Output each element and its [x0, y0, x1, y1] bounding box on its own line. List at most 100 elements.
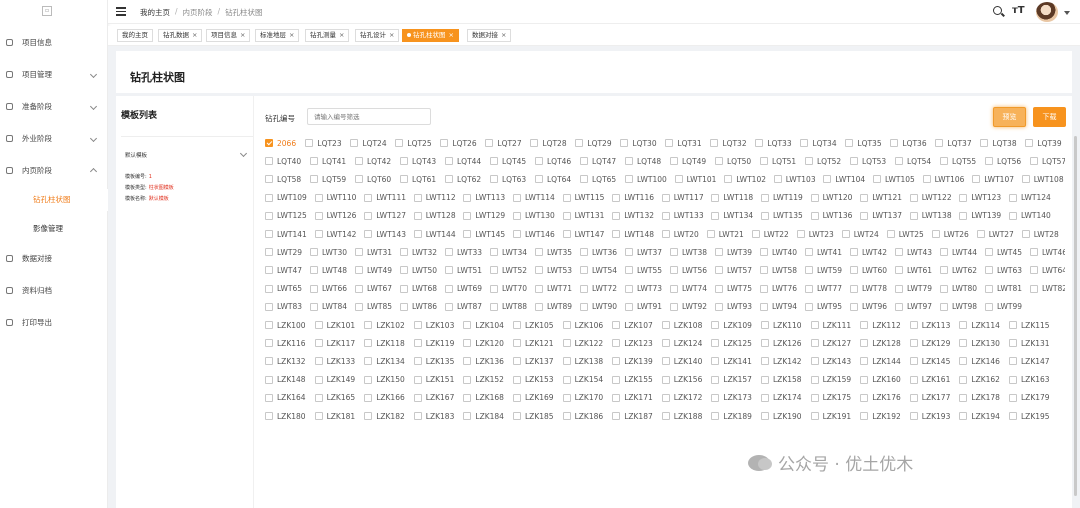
checkbox-box[interactable]: [810, 375, 819, 384]
checkbox-box[interactable]: [314, 393, 323, 402]
checkbox-box[interactable]: [463, 357, 472, 366]
checkbox-box[interactable]: [355, 302, 363, 311]
borehole-checkbox[interactable]: LWT78: [850, 283, 887, 295]
checkbox-box[interactable]: [355, 248, 363, 257]
checkbox-box[interactable]: [873, 175, 881, 184]
borehole-checkbox[interactable]: LQT49: [670, 155, 706, 167]
checkbox-box[interactable]: [823, 175, 832, 184]
tab[interactable]: 数据对接 ×: [467, 29, 512, 42]
checkbox-box[interactable]: [490, 284, 498, 293]
borehole-checkbox[interactable]: LWT96: [850, 301, 887, 313]
checkbox-box[interactable]: [895, 284, 903, 293]
checkbox-box[interactable]: [265, 302, 273, 311]
borehole-checkbox[interactable]: LZK169: [513, 392, 554, 404]
borehole-checkbox[interactable]: LZK126: [761, 337, 802, 349]
checkbox-box[interactable]: [265, 266, 273, 275]
checkbox-box[interactable]: [265, 157, 273, 166]
checkbox-box[interactable]: [909, 321, 918, 329]
checkbox-box[interactable]: [715, 302, 723, 311]
borehole-checkbox[interactable]: LWT131: [562, 210, 604, 222]
borehole-checkbox[interactable]: LZK180: [265, 410, 306, 422]
checkbox-box[interactable]: [1009, 193, 1017, 202]
checkbox-box[interactable]: [562, 321, 571, 329]
borehole-checkbox[interactable]: LWT87: [445, 301, 482, 313]
borehole-checkbox[interactable]: LWT75: [715, 283, 752, 295]
chevron-down-icon[interactable]: [239, 149, 248, 158]
borehole-checkbox[interactable]: LZK167: [413, 392, 454, 404]
checkbox-box[interactable]: [860, 357, 869, 366]
borehole-checkbox[interactable]: LZK193: [909, 410, 950, 422]
checkbox-box[interactable]: [895, 157, 903, 166]
checkbox-box[interactable]: [580, 284, 588, 293]
borehole-checkbox[interactable]: LWT21: [706, 228, 744, 240]
borehole-checkbox[interactable]: LWT54: [580, 264, 617, 276]
checkbox-box[interactable]: [760, 284, 768, 293]
borehole-checkbox[interactable]: LQT33: [755, 137, 792, 149]
borehole-checkbox[interactable]: LQT62: [445, 173, 481, 185]
borehole-checkbox[interactable]: LWT60: [850, 264, 887, 276]
borehole-checkbox[interactable]: LZK161: [909, 374, 950, 386]
checkbox-box[interactable]: [530, 139, 539, 147]
borehole-checkbox[interactable]: LWT89: [535, 301, 572, 313]
borehole-checkbox[interactable]: LQT32: [710, 137, 747, 149]
scrollbar[interactable]: [1074, 136, 1078, 508]
borehole-checkbox[interactable]: LZK136: [463, 355, 504, 367]
checkbox-box[interactable]: [350, 139, 359, 147]
checkbox-box[interactable]: [513, 357, 521, 366]
checkbox-box[interactable]: [761, 357, 769, 366]
checkbox-box[interactable]: [1009, 412, 1017, 420]
borehole-checkbox[interactable]: LZK106: [562, 319, 603, 331]
checkbox-box[interactable]: [445, 284, 453, 293]
checkbox-box[interactable]: [760, 157, 768, 166]
borehole-checkbox[interactable]: LWT45: [985, 246, 1022, 258]
checkbox-box[interactable]: [612, 193, 621, 202]
checkbox-box[interactable]: [580, 175, 588, 184]
checkbox-box[interactable]: [1009, 339, 1017, 348]
search-icon[interactable]: [993, 6, 1002, 15]
checkbox-box[interactable]: [711, 375, 720, 384]
borehole-checkbox[interactable]: LZK118: [364, 337, 405, 349]
checkbox-box[interactable]: [310, 248, 318, 257]
borehole-checkbox[interactable]: LWT49: [355, 264, 392, 276]
checkbox-box[interactable]: [909, 375, 918, 384]
checkbox-box[interactable]: [355, 266, 363, 275]
borehole-checkbox[interactable]: LWT38: [670, 246, 707, 258]
checkbox-box[interactable]: [724, 175, 733, 184]
borehole-checkbox[interactable]: LQT25: [395, 137, 432, 149]
checkbox-box[interactable]: [310, 284, 318, 293]
borehole-checkbox[interactable]: LQT38: [980, 137, 1017, 149]
borehole-checkbox[interactable]: LQT37: [935, 137, 972, 149]
borehole-checkbox[interactable]: LWT83: [265, 301, 302, 313]
borehole-checkbox[interactable]: LZK187: [612, 410, 653, 422]
checkbox-box[interactable]: [850, 157, 858, 166]
checkbox-box[interactable]: [413, 211, 422, 220]
checkbox-box[interactable]: [513, 230, 521, 238]
checkbox-box[interactable]: [670, 266, 678, 275]
checkbox-box[interactable]: [562, 230, 571, 238]
borehole-checkbox[interactable]: LWT115: [562, 192, 604, 204]
checkbox-box[interactable]: [463, 230, 472, 238]
checkbox-box[interactable]: [463, 375, 472, 384]
borehole-checkbox[interactable]: LQT56: [985, 155, 1021, 167]
borehole-checkbox[interactable]: LWT23: [796, 228, 834, 240]
checkbox-box[interactable]: [940, 284, 948, 293]
checkbox-box[interactable]: [364, 321, 373, 329]
borehole-checkbox[interactable]: LWT58: [760, 264, 797, 276]
borehole-checkbox[interactable]: LWT107: [972, 173, 1014, 185]
borehole-checkbox[interactable]: LZK127: [810, 337, 851, 349]
checkbox-box[interactable]: [575, 139, 584, 147]
checkbox-box[interactable]: [265, 248, 273, 257]
checkbox-box[interactable]: [985, 248, 993, 257]
checkbox-box[interactable]: [562, 193, 571, 202]
checkbox-box[interactable]: [805, 284, 813, 293]
borehole-checkbox[interactable]: LWT143: [364, 228, 406, 240]
borehole-checkbox[interactable]: LZK160: [860, 374, 901, 386]
checkbox-box[interactable]: [625, 302, 633, 311]
checkbox-box[interactable]: [265, 230, 273, 238]
checkbox-box[interactable]: [661, 321, 670, 329]
borehole-checkbox[interactable]: LZK125: [711, 337, 752, 349]
sidebar-item[interactable]: 外业阶段: [0, 128, 108, 148]
checkbox-box[interactable]: [760, 266, 768, 275]
borehole-checkbox[interactable]: LZK158: [761, 374, 802, 386]
borehole-checkbox[interactable]: LQT61: [400, 173, 436, 185]
